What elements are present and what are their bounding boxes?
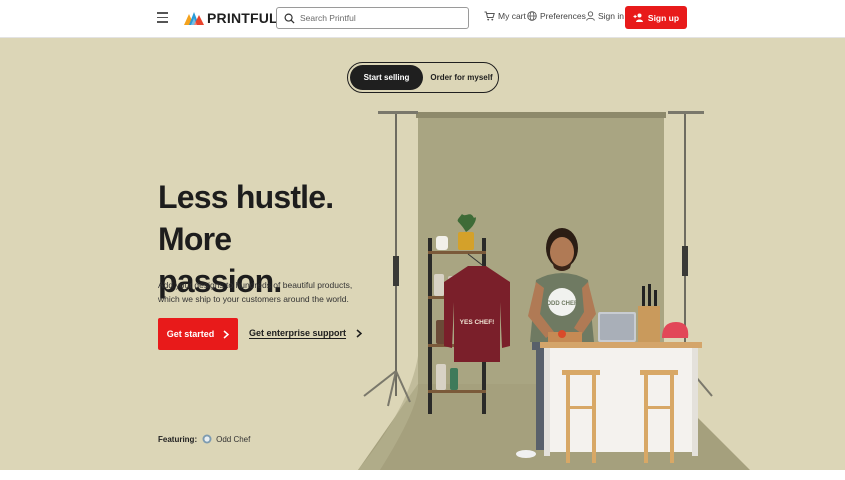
audience-toggle[interactable]: Start selling Order for myself (347, 62, 499, 93)
order-for-myself-tab[interactable]: Order for myself (426, 65, 497, 90)
search-input[interactable] (300, 13, 460, 23)
enterprise-support-link[interactable]: Get enterprise support (249, 328, 363, 338)
enterprise-support-label: Get enterprise support (249, 328, 347, 338)
my-cart-link[interactable]: My cart (484, 11, 526, 21)
chevron-right-icon (356, 328, 363, 338)
featuring-brand[interactable]: Odd Chef (216, 435, 250, 444)
preferences-label: Preferences (540, 11, 586, 21)
top-navigation: PRINTFUL My cart Preferences Sign in (0, 0, 845, 38)
sign-in-link[interactable]: Sign in (586, 11, 624, 21)
sign-up-label: Sign up (647, 12, 680, 23)
tee-print: ODD CHEF (546, 301, 578, 307)
get-started-label: Get started (166, 329, 215, 339)
search-icon (284, 13, 295, 24)
sign-in-label: Sign in (598, 11, 624, 21)
hero-section: Start selling Order for myself YES CHEF!… (0, 38, 845, 470)
sweatshirt-print: YES CHEF! (460, 319, 495, 326)
brand-badge-icon (202, 434, 212, 444)
globe-icon (527, 11, 537, 21)
headline-line-1: Less hustle. More (158, 179, 334, 257)
featuring-credit: Featuring: Odd Chef (158, 434, 250, 444)
start-selling-label: Start selling (363, 73, 410, 82)
get-started-button[interactable]: Get started (158, 318, 238, 350)
start-selling-tab[interactable]: Start selling (350, 65, 423, 90)
sign-up-button[interactable]: Sign up (625, 6, 687, 29)
hero-subtext: Add your designs to hundreds of beautifu… (158, 280, 353, 304)
cart-icon (484, 11, 495, 21)
logo-text: PRINTFUL (207, 10, 278, 26)
hero-photo: YES CHEF! ODD CHEF (358, 111, 750, 470)
page-bottom-strip (0, 470, 845, 480)
preferences-link[interactable]: Preferences (527, 11, 586, 21)
featuring-label: Featuring: (158, 434, 198, 444)
chevron-right-icon (223, 329, 230, 339)
logo-icon (184, 12, 204, 25)
add-user-icon (633, 13, 643, 22)
printful-logo[interactable]: PRINTFUL (184, 9, 278, 27)
user-icon (586, 11, 595, 21)
cart-label: My cart (498, 11, 526, 21)
menu-icon[interactable] (157, 12, 169, 24)
order-for-myself-label: Order for myself (430, 73, 493, 82)
search-bar[interactable] (276, 7, 469, 29)
